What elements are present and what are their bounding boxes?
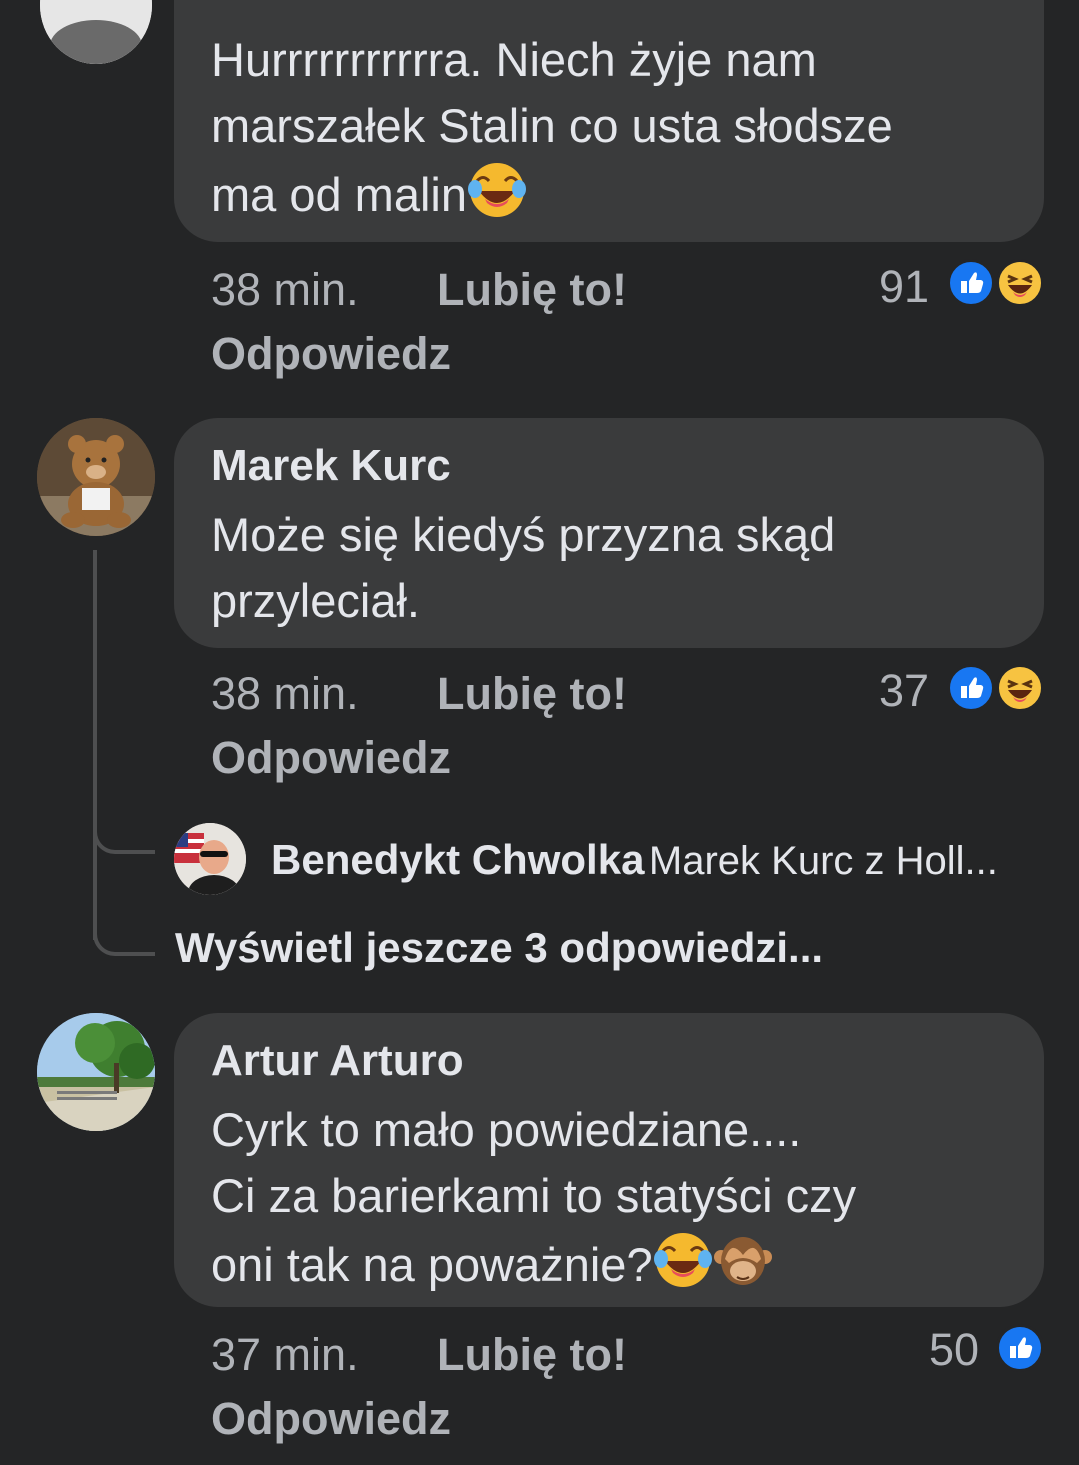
comment-text-line: marszałek Stalin co usta słodsze — [211, 99, 893, 152]
avatar[interactable] — [40, 0, 152, 64]
like-icon — [947, 259, 995, 307]
thread-connector — [93, 916, 155, 956]
avatar[interactable] — [174, 823, 246, 895]
comment-text-line-wrap: oni tak na poważnie? — [211, 1229, 1014, 1298]
reply-button[interactable]: Odpowiedz — [211, 1393, 451, 1445]
avatar[interactable] — [37, 1013, 155, 1131]
comment-bubble: Hurrrrrrrrrrra. Niech żyje nam marszałek… — [174, 0, 1044, 242]
like-icon — [996, 1324, 1044, 1372]
thread-connector — [93, 550, 97, 940]
comment-text-line: Ci za barierkami to statyści czy — [211, 1169, 857, 1222]
avatar-image — [40, 0, 152, 64]
comment-author[interactable]: Artur Arturo — [211, 1035, 1014, 1087]
comment-text-line: przyleciał. — [211, 574, 420, 627]
reaction-count[interactable]: 50 — [929, 1324, 979, 1376]
comment-text-line: ma od malin — [211, 168, 467, 221]
teddy-bear-avatar-image — [37, 418, 155, 536]
like-button[interactable]: Lubię to! — [437, 1329, 627, 1381]
comment-time[interactable]: 38 min. — [211, 668, 359, 720]
reaction-count[interactable]: 91 — [879, 261, 929, 313]
reply-author[interactable]: Benedykt Chwolka — [271, 836, 644, 883]
comment-time[interactable]: 38 min. — [211, 264, 359, 316]
tears-of-joy-emoji-icon — [468, 163, 526, 217]
haha-icon — [996, 259, 1044, 307]
like-icon — [947, 664, 995, 712]
like-button[interactable]: Lubię to! — [437, 264, 627, 316]
reply-button[interactable]: Odpowiedz — [211, 328, 451, 380]
haha-icon — [996, 664, 1044, 712]
comment-author[interactable]: Marek Kurc — [211, 440, 1014, 492]
reply-snippet: Marek Kurc z Holl... — [648, 839, 998, 883]
comment-text-line: Cyrk to mało powiedziane.... — [211, 1103, 802, 1156]
comment-bubble: Artur Arturo Cyrk to mało powiedziane...… — [174, 1013, 1044, 1307]
reaction-count[interactable]: 37 — [879, 665, 929, 717]
see-no-evil-monkey-emoji-icon — [713, 1237, 772, 1285]
thread-connector — [93, 814, 155, 854]
reply-button[interactable]: Odpowiedz — [211, 732, 451, 784]
comment-text-line: oni tak na poważnie? — [211, 1238, 653, 1291]
park-avatar-image — [37, 1013, 155, 1131]
comment-text-line-wrap: ma od malin — [211, 159, 1014, 228]
view-more-replies-link[interactable]: Wyświetl jeszcze 3 odpowiedzi... — [175, 920, 823, 976]
comment-text-line: Hurrrrrrrrrrra. Niech żyje nam — [211, 33, 817, 86]
comment-time[interactable]: 37 min. — [211, 1329, 359, 1381]
like-button[interactable]: Lubię to! — [437, 668, 627, 720]
tears-of-joy-emoji-icon — [653, 1233, 712, 1287]
reply-preview[interactable]: Benedykt Chwolka Marek Kurc z Holl... — [271, 832, 998, 898]
comment-bubble: Marek Kurc Może się kiedyś przyzna skąd … — [174, 418, 1044, 648]
comment-text-line: Może się kiedyś przyzna skąd — [211, 508, 836, 561]
avatar[interactable] — [37, 418, 155, 536]
reply-avatar-image — [174, 823, 246, 895]
